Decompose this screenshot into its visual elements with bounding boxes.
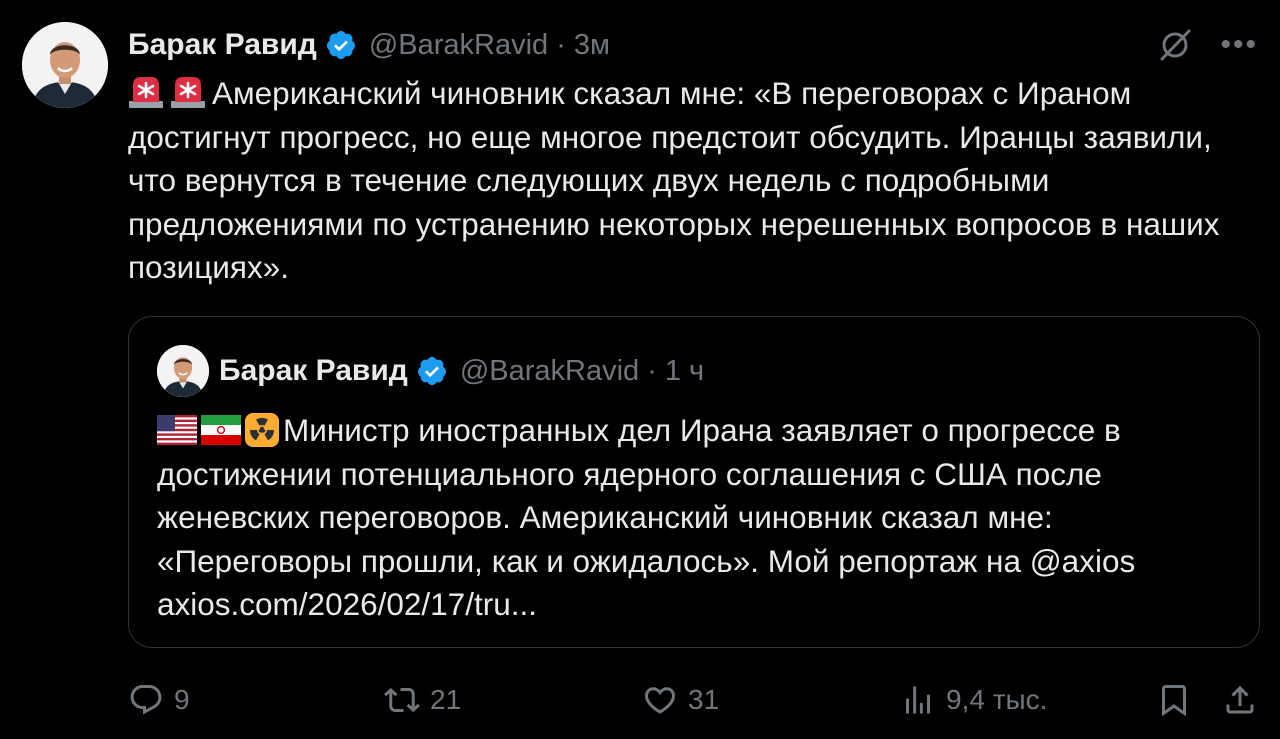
- siren-emoji-icon: [128, 75, 164, 109]
- retweet-button[interactable]: 21: [384, 672, 461, 728]
- views-chart-icon: [900, 682, 936, 718]
- quoted-author-avatar: [157, 345, 209, 397]
- reply-count: 9: [174, 684, 190, 715]
- separator-dot: ·: [556, 28, 566, 61]
- quoted-tweet-card[interactable]: Барак Равид @BarakRavid · 1 ч Министр ин…: [128, 316, 1260, 648]
- views-button[interactable]: 9,4 тыс.: [900, 672, 1047, 728]
- us-flag-icon: [157, 415, 197, 445]
- bookmark-button[interactable]: [1156, 672, 1192, 728]
- tweet-action-bar: 9 21 31 9,4 тыс.: [0, 672, 1280, 728]
- tweet-time[interactable]: 3м: [574, 29, 610, 62]
- reply-icon: [128, 682, 164, 718]
- radioactive-icon: [245, 413, 279, 447]
- bookmark-icon: [1156, 682, 1192, 718]
- grok-icon[interactable]: [1156, 26, 1194, 64]
- tweet-body: Американский чиновник сказал мне: «В пер…: [128, 75, 1220, 285]
- retweet-count: 21: [430, 684, 462, 715]
- reply-button[interactable]: 9: [128, 672, 190, 728]
- author-avatar[interactable]: [22, 22, 108, 108]
- quoted-author-name: Барак Равид: [219, 354, 408, 387]
- retweet-icon: [384, 682, 420, 718]
- more-options-icon[interactable]: •••: [1220, 30, 1258, 60]
- verified-badge-icon: [325, 29, 357, 61]
- verified-badge-icon: [416, 355, 448, 387]
- quoted-tweet-header: Барак Равид @BarakRavid · 1 ч: [219, 349, 704, 393]
- tweet-top-actions: •••: [1156, 26, 1258, 64]
- quoted-author-handle: @BarakRavid: [459, 354, 640, 387]
- heart-icon: [642, 682, 678, 718]
- iran-flag-icon: [201, 415, 241, 445]
- separator-dot: ·: [647, 354, 657, 387]
- share-icon: [1222, 682, 1258, 718]
- like-button[interactable]: 31: [642, 672, 719, 728]
- quoted-tweet-body: Министр иностранных дел Ирана заявляет о…: [157, 412, 1136, 622]
- siren-emoji-icon: [170, 75, 206, 109]
- views-count: 9,4 тыс.: [946, 684, 1048, 715]
- author-name[interactable]: Барак Равид: [128, 28, 317, 62]
- share-button[interactable]: [1222, 672, 1258, 728]
- quoted-tweet-time: 1 ч: [664, 354, 705, 387]
- like-count: 31: [688, 684, 720, 715]
- tweet-header: Барак Равид @BarakRavid · 3м: [128, 24, 610, 66]
- author-handle[interactable]: @BarakRavid: [369, 29, 548, 62]
- quoted-tweet-text: Министр иностранных дел Ирана заявляет о…: [157, 409, 1247, 627]
- tweet-text: Американский чиновник сказал мне: «В пер…: [128, 72, 1258, 290]
